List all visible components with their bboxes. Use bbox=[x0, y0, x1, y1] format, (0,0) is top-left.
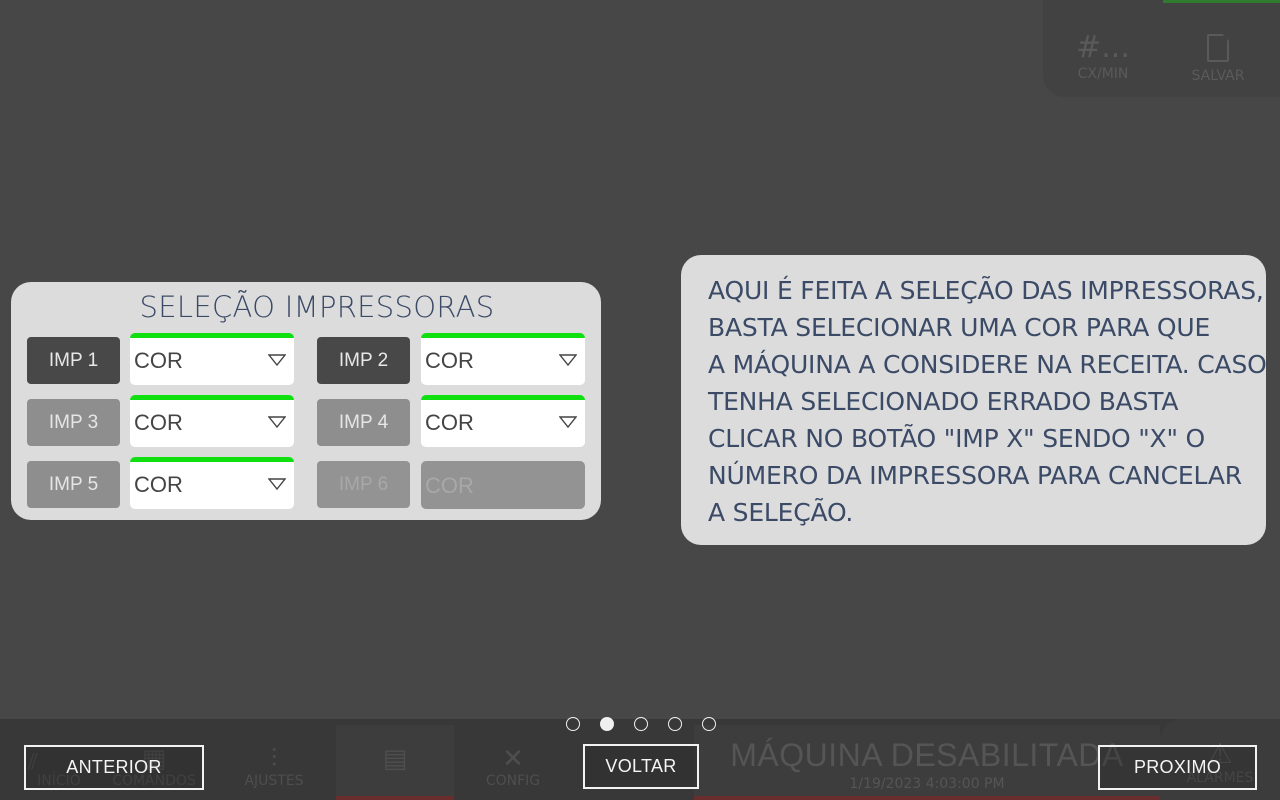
chevron-down-icon bbox=[559, 354, 577, 366]
printer-icon: ▤ bbox=[382, 744, 408, 774]
previous-button[interactable]: ANTERIOR bbox=[24, 745, 204, 790]
help-line: NÚMERO DA IMPRESSORA PARA CANCELAR bbox=[708, 461, 1242, 490]
sliders-icon: ⫶ bbox=[270, 744, 278, 774]
pager-dot-1[interactable] bbox=[566, 717, 580, 731]
imp-3-color-value: COR bbox=[134, 410, 183, 435]
imp-1-color-select[interactable]: COR bbox=[130, 333, 294, 385]
cx-min-value: #... bbox=[1076, 30, 1130, 65]
imp-5-button[interactable]: IMP 5 bbox=[27, 461, 120, 508]
save-label: SALVAR bbox=[1191, 68, 1245, 84]
status-line bbox=[1163, 0, 1280, 3]
help-text: AQUI É FEITA A SELEÇÃO DAS IMPRESSORAS, … bbox=[708, 272, 1268, 531]
imp-4-color-select[interactable]: COR bbox=[421, 395, 585, 447]
imp-3-color-select[interactable]: COR bbox=[130, 395, 294, 447]
tutorial-pager bbox=[566, 717, 716, 731]
printer-selection-panel: SELEÇÃO IMPRESSORAS IMP 1 COR IMP 2 COR … bbox=[11, 282, 601, 520]
status-title: MÁQUINA DESABILITADA bbox=[730, 737, 1124, 773]
imp-4-color-value: COR bbox=[425, 410, 474, 435]
status-datetime: 1/19/2023 4:03:00 PM bbox=[849, 776, 1005, 792]
imp-1-color-value: COR bbox=[134, 348, 183, 373]
panel-title: SELEÇÃO IMPRESSORAS bbox=[139, 290, 495, 324]
imp-2-button[interactable]: IMP 2 bbox=[317, 337, 410, 384]
next-button[interactable]: PROXIMO bbox=[1098, 745, 1257, 790]
imp-6-color-select: COR bbox=[421, 461, 585, 509]
chevron-down-icon bbox=[268, 478, 286, 490]
nav-impressoras: ▤ bbox=[336, 745, 454, 773]
machine-status: MÁQUINA DESABILITADA 1/19/2023 4:03:00 P… bbox=[694, 725, 1160, 800]
cx-min-indicator: #... CX/MIN bbox=[1058, 30, 1148, 82]
imp-2-color-select[interactable]: COR bbox=[421, 333, 585, 385]
sd-card-icon bbox=[1207, 34, 1229, 62]
help-line: TENHA SELECIONADO ERRADO BASTA bbox=[708, 387, 1179, 416]
back-button[interactable]: VOLTAR bbox=[583, 744, 699, 789]
imp-6-button: IMP 6 bbox=[317, 461, 410, 508]
save-tool: SALVAR bbox=[1173, 30, 1263, 84]
chevron-down-icon bbox=[268, 354, 286, 366]
pager-dot-5[interactable] bbox=[702, 717, 716, 731]
nav-config-label: CONFIG bbox=[485, 773, 541, 789]
imp-4-button[interactable]: IMP 4 bbox=[317, 399, 410, 446]
nav-ajustes-label: AJUSTES bbox=[244, 773, 304, 789]
help-line: BASTA SELECIONAR UMA COR PARA QUE bbox=[708, 313, 1211, 342]
imp-5-color-value: COR bbox=[134, 472, 183, 497]
imp-1-button[interactable]: IMP 1 bbox=[27, 337, 120, 384]
pager-dot-2-active[interactable] bbox=[600, 717, 614, 731]
help-line: A SELEÇÃO. bbox=[708, 498, 854, 527]
imp-2-color-value: COR bbox=[425, 348, 474, 373]
nav-ajustes: ⫶ AJUSTES bbox=[215, 745, 333, 789]
pager-dot-3[interactable] bbox=[634, 717, 648, 731]
help-line: CLICAR NO BOTÃO "IMP X" SENDO "X" O bbox=[708, 424, 1205, 453]
imp-5-color-select[interactable]: COR bbox=[130, 457, 294, 509]
help-line: AQUI É FEITA A SELEÇÃO DAS IMPRESSORAS, bbox=[708, 276, 1264, 305]
top-tools-panel: #... CX/MIN SALVAR bbox=[1043, 0, 1280, 97]
tools-icon: ✕ bbox=[502, 744, 524, 774]
help-line: A MÁQUINA A CONSIDERE NA RECEITA. CASO bbox=[708, 350, 1267, 379]
help-bubble: AQUI É FEITA A SELEÇÃO DAS IMPRESSORAS, … bbox=[681, 255, 1268, 545]
nav-config: ✕ CONFIG bbox=[454, 745, 572, 789]
imp-3-button[interactable]: IMP 3 bbox=[27, 399, 120, 446]
chevron-down-icon bbox=[559, 416, 577, 428]
pager-dot-4[interactable] bbox=[668, 717, 682, 731]
cx-min-label: CX/MIN bbox=[1077, 66, 1129, 82]
imp-6-color-value: COR bbox=[425, 473, 474, 498]
chevron-down-icon bbox=[268, 416, 286, 428]
